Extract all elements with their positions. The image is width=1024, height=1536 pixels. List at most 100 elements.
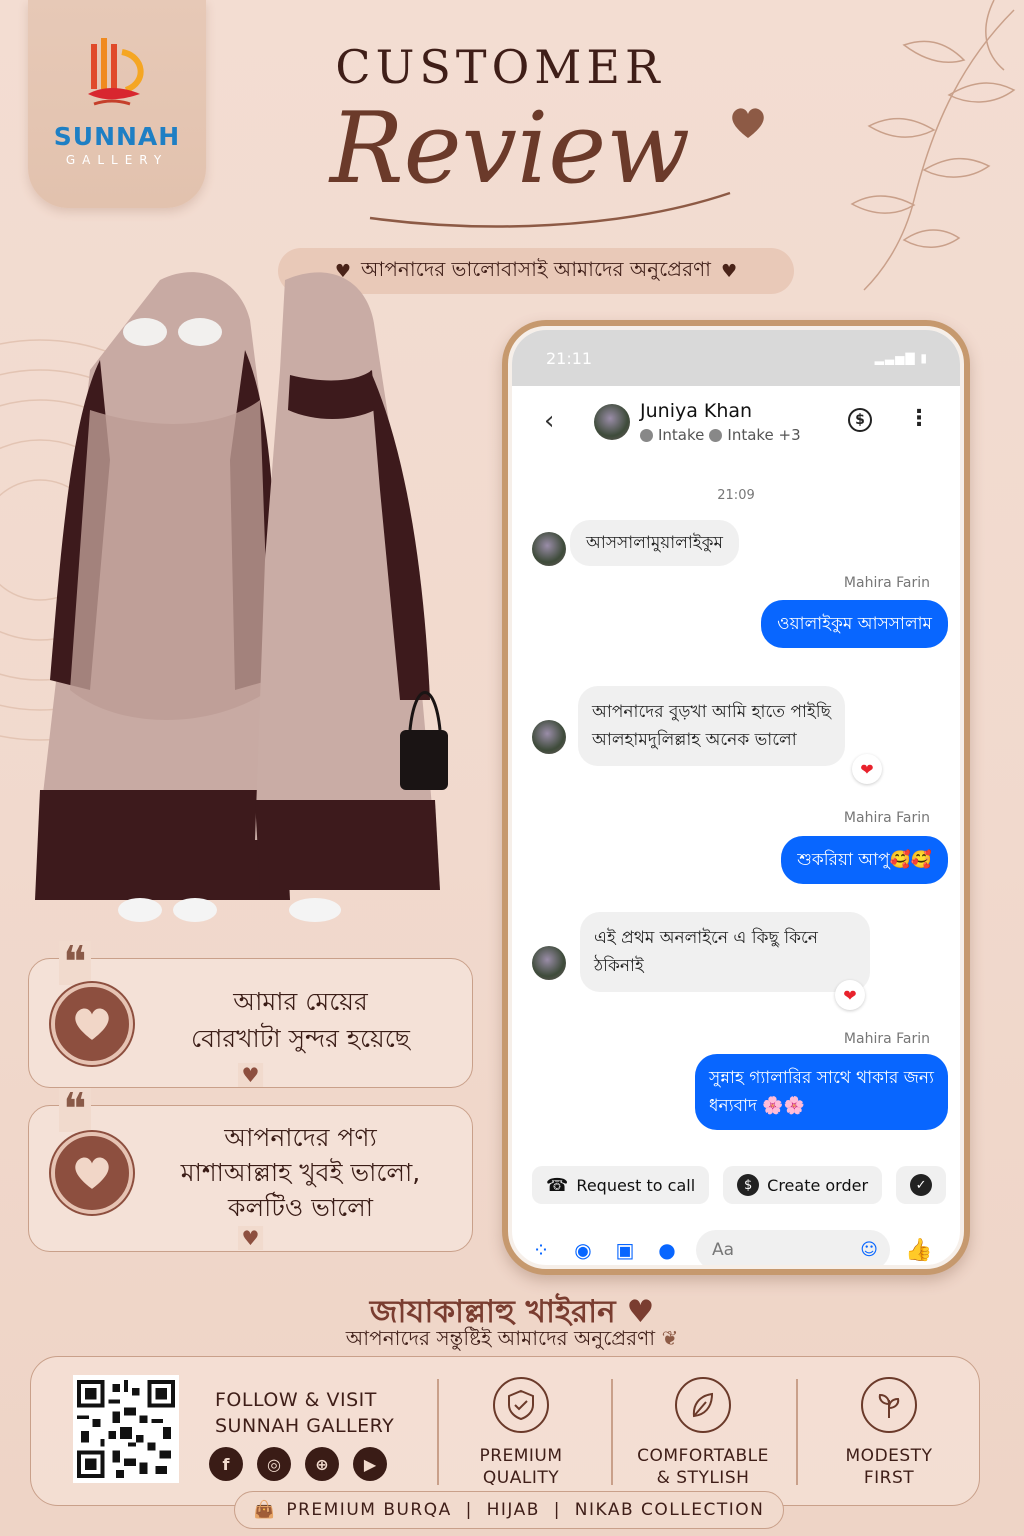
leaf-decoration [850, 0, 1016, 291]
message-line: এই প্রথম অনলাইনে এ কিছু কিনে [594, 928, 818, 948]
heart-icon: ♥ [237, 1226, 264, 1250]
shopping-bag-icon: 👜 [253, 1500, 277, 1520]
brand-subname: GALLERY [65, 153, 169, 167]
phone-plus-icon: ☎ [546, 1174, 569, 1196]
heart-badge-icon [51, 983, 133, 1065]
outgoing-message: ওয়ালাইকুম আসসালাম [761, 600, 948, 648]
facebook-icon[interactable]: f [209, 1447, 243, 1481]
review-line: বোরখাটা সুন্দর হয়েছে [191, 1024, 410, 1053]
contact-avatar[interactable] [594, 404, 630, 440]
chat-bubble-icon[interactable]: ● [654, 1237, 680, 1263]
message-timestamp: 21:09 [717, 488, 755, 503]
more-options-icon[interactable]: ⋮ [908, 406, 930, 431]
quote-icon: ❝ [59, 1088, 91, 1132]
contact-avatar [532, 532, 566, 566]
feature-line: FIRST [863, 1468, 915, 1488]
brand-logo-card: SUNNAH GALLERY [28, 0, 206, 208]
outgoing-message: শুকরিয়া আপু🥰🥰 [781, 836, 948, 884]
footer-panel: FOLLOW & VISIT SUNNAH GALLERY f ◎ ⊕ ▶ PR… [30, 1356, 980, 1506]
heart-reaction-icon[interactable]: ❤ [852, 754, 882, 784]
gallery-icon[interactable]: ▣ [612, 1237, 638, 1263]
heart-badge-icon [51, 1132, 133, 1214]
heart-icon: ♥ [720, 260, 738, 282]
review-card-1: ❝ আমার মেয়ের বোরখাটা সুন্দর হয়েছে ♥ [28, 941, 473, 1088]
message-line: ঠকিনাই [594, 956, 644, 976]
divider [611, 1379, 613, 1485]
signal-battery-icon: ▂▃▅▇ ▮ [874, 351, 928, 365]
models-photo [35, 272, 448, 922]
incoming-message: আসসালামুয়ালাইকুম [570, 520, 739, 566]
closing-subtitle-text: আপনাদের সন্তুষ্টিই আমাদের অনুপ্রেরণা [345, 1326, 656, 1350]
thumbs-up-icon[interactable]: 👍 [905, 1237, 932, 1263]
contact-label: Intake +3 [727, 426, 801, 444]
apps-grid-icon[interactable]: ⁘ [528, 1237, 554, 1263]
feature-comfortable: COMFORTABLE & STYLISH [618, 1377, 788, 1489]
messenger-screen: 21:11 ▂▃▅▇ ▮ ‹ Juniya Khan Intake Intake… [508, 326, 964, 1269]
qr-code[interactable] [73, 1375, 179, 1483]
closing-subtitle: আপনাদের সন্তুষ্টিই আমাদের অনুপ্রেরণা ❦ [0, 1324, 1024, 1357]
heart-icon: ♥ [237, 1063, 264, 1087]
sender-name: Mahira Farin [843, 575, 930, 591]
feature-label: COMFORTABLE & STYLISH [618, 1445, 788, 1489]
request-call-label: Request to call [576, 1175, 696, 1195]
check-icon: ✓ [910, 1174, 933, 1196]
header-heart-icon [732, 108, 764, 138]
brand-name: SUNNAH [53, 122, 181, 151]
feature-label: PREMIUM QUALITY [436, 1445, 606, 1489]
feature-line: PREMIUM [479, 1446, 563, 1466]
contact-avatar [532, 720, 566, 754]
feature-label: MODESTY FIRST [804, 1445, 974, 1489]
review-line: আপনাদের পণ্য [224, 1123, 377, 1152]
message-input-placeholder: Aa [712, 1240, 735, 1260]
review-card-2: ❝ আপনাদের পণ্য মাশাআল্লাহ খুবই ভালো, কলট… [28, 1088, 473, 1252]
message-line: ধন্যবাদ 🌸🌸 [709, 1096, 805, 1116]
shield-check-icon [493, 1377, 549, 1433]
feature-premium-quality: PREMIUM QUALITY [436, 1377, 606, 1489]
message-line: আলহামদুলিল্লাহ অনেক ভালো [592, 730, 797, 750]
header-title-customer: CUSTOMER [335, 40, 665, 94]
feature-line: QUALITY [482, 1468, 560, 1488]
message-line: আপনাদের বুড়খা আমি হাতে পাইছি [592, 702, 831, 722]
feather-icon [675, 1377, 731, 1433]
camera-icon[interactable]: ◉ [570, 1237, 596, 1263]
quick-actions: ☎ Request to call $ Create order ✓ [532, 1166, 947, 1204]
contact-labels: Intake Intake +3 [640, 426, 801, 444]
create-order-button[interactable]: $ Create order [723, 1166, 883, 1204]
request-call-button[interactable]: ☎ Request to call [532, 1166, 710, 1204]
sender-name: Mahira Farin [843, 810, 930, 826]
outgoing-message: সুন্নাহ গ্যালারির সাথে থাকার জন্য ধন্যবা… [695, 1054, 948, 1130]
chat-header: ‹ Juniya Khan Intake Intake +3 $ ⋮ [512, 386, 960, 460]
collection-text: PREMIUM BURQA | HIJAB | NIKAB COLLECTION [286, 1500, 765, 1520]
back-arrow-icon[interactable]: ‹ [544, 406, 554, 436]
review-line: কলটিও ভালো [227, 1193, 374, 1222]
plant-icon [861, 1377, 917, 1433]
message-input[interactable]: Aa ☺ [696, 1230, 890, 1265]
heart-reaction-icon[interactable]: ❤ [835, 980, 865, 1010]
leaf-sprig-icon: ❦ [661, 1326, 679, 1350]
review-text: আপনাদের পণ্য মাশাআল্লাহ খুবই ভালো, কলটিও… [139, 1120, 462, 1225]
social-links: f ◎ ⊕ ▶ [209, 1447, 387, 1481]
follow-text: FOLLOW & VISIT SUNNAH GALLERY [215, 1387, 394, 1439]
instagram-icon[interactable]: ◎ [257, 1447, 291, 1481]
header-swash-decoration [369, 191, 731, 228]
contact-name[interactable]: Juniya Khan [640, 400, 752, 422]
feature-line: COMFORTABLE [637, 1446, 769, 1466]
check-action-button[interactable]: ✓ [896, 1166, 947, 1204]
incoming-message: এই প্রথম অনলাইনে এ কিছু কিনে ঠকিনাই [580, 912, 870, 992]
review-line: আমার মেয়ের [233, 987, 368, 1016]
divider [796, 1379, 798, 1485]
payment-dollar-icon[interactable]: $ [848, 408, 872, 432]
phone-mockup: 21:11 ▂▃▅▇ ▮ ‹ Juniya Khan Intake Intake… [502, 320, 970, 1275]
website-globe-icon[interactable]: ⊕ [305, 1447, 339, 1481]
sender-name: Mahira Farin [843, 1031, 930, 1047]
follow-line: FOLLOW & VISIT [215, 1389, 377, 1411]
message-composer: ⁘ ◉ ▣ ● Aa ☺ 👍 [512, 1220, 960, 1265]
collection-banner: 👜 PREMIUM BURQA | HIJAB | NIKAB COLLECTI… [234, 1491, 784, 1529]
emoji-icon[interactable]: ☺ [860, 1240, 878, 1260]
label-dot-icon [640, 428, 653, 442]
create-order-label: Create order [767, 1175, 869, 1195]
message-line: সুন্নাহ গ্যালারির সাথে থাকার জন্য [709, 1068, 934, 1088]
feature-line: & STYLISH [656, 1468, 750, 1488]
youtube-icon[interactable]: ▶ [353, 1447, 387, 1481]
quote-icon: ❝ [59, 941, 91, 985]
